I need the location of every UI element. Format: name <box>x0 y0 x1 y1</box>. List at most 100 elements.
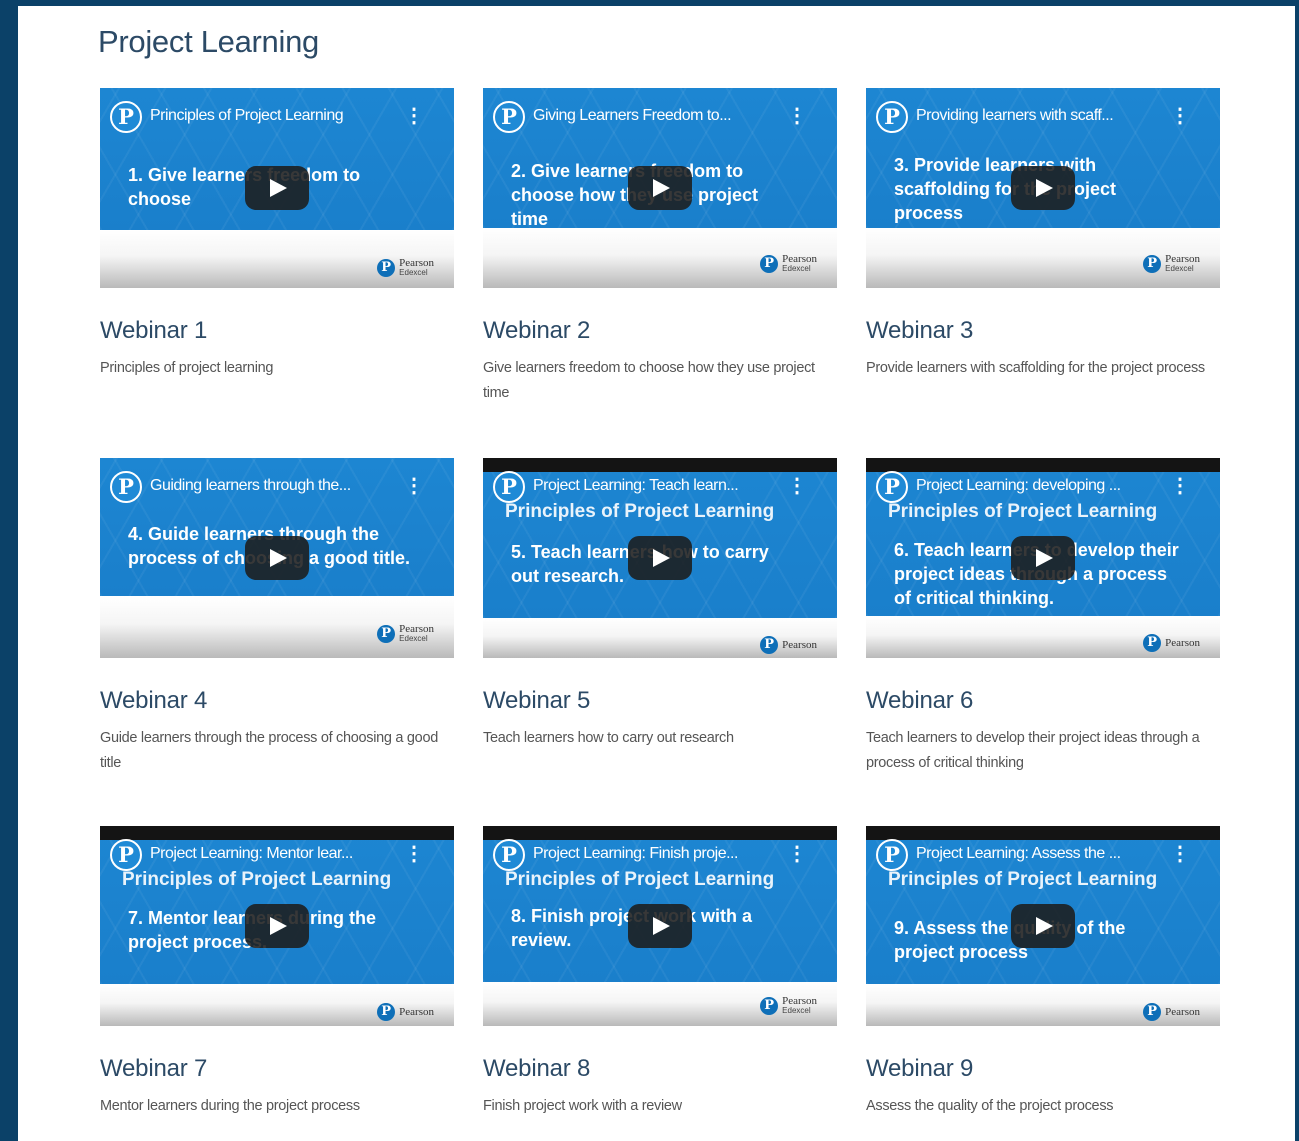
video-subtitle: Principles of Project Learning <box>888 501 1158 522</box>
brand-name: Pearson <box>399 257 434 269</box>
brand-sub: Edexcel <box>782 1006 811 1015</box>
pearson-logo: P Pearson Edexcel <box>1143 254 1200 274</box>
webinar-description: Finish project work with a review <box>483 1098 682 1114</box>
brand-name: Pearson <box>782 639 817 651</box>
webinar-card: P Principles of Project Learning ⋮ 1. Gi… <box>100 88 454 381</box>
video-title: Project Learning: Finish proje... <box>533 845 738 862</box>
webinar-heading: Webinar 2 <box>483 317 591 344</box>
pearson-logo-icon: P <box>1143 634 1162 652</box>
pearson-logo: P Pearson <box>760 636 817 654</box>
more-options-icon[interactable]: ⋮ <box>1170 476 1190 496</box>
brand-name: Pearson <box>399 623 434 635</box>
video-title: Providing learners with scaff... <box>916 107 1114 124</box>
webinar-heading: Webinar 6 <box>866 687 974 714</box>
more-options-icon[interactable]: ⋮ <box>787 106 807 126</box>
pearson-logo-icon: P <box>1143 255 1162 273</box>
more-options-icon[interactable]: ⋮ <box>404 844 424 864</box>
video-title: Project Learning: Assess the ... <box>916 845 1121 862</box>
channel-logo-icon: P <box>876 471 908 503</box>
video-subtitle: Principles of Project Learning <box>505 869 775 890</box>
play-button[interactable] <box>628 536 692 580</box>
video-top-bar <box>866 826 1220 840</box>
webinar-description: Teach learners how to carry out research <box>483 730 734 746</box>
webinar-heading: Webinar 7 <box>100 1055 208 1082</box>
play-button[interactable] <box>1011 166 1075 210</box>
pearson-logo: P Pearson <box>377 1003 434 1021</box>
brand-name: Pearson <box>1165 1006 1200 1018</box>
webinar-heading: Webinar 3 <box>866 317 974 344</box>
brand-sub: Edexcel <box>1165 264 1194 273</box>
video-thumbnail[interactable]: P Principles of Project Learning ⋮ 1. Gi… <box>100 88 454 288</box>
webinar-card: P Project Learning: Assess the ... Princ… <box>866 826 1220 1119</box>
webinar-card: P Project Learning: Teach learn... Princ… <box>483 458 837 751</box>
play-button[interactable] <box>245 536 309 580</box>
brand-sub: Edexcel <box>399 634 428 643</box>
channel-logo-icon: P <box>876 101 908 133</box>
video-thumbnail[interactable]: P Guiding learners through the... ⋮ 4. G… <box>100 458 454 658</box>
video-title: Project Learning: Teach learn... <box>533 477 739 494</box>
webinar-card: P Project Learning: Mentor lear... Princ… <box>100 826 454 1119</box>
video-thumbnail[interactable]: P Providing learners with scaff... ⋮ 3. … <box>866 88 1220 288</box>
brand-name: Pearson <box>399 1006 434 1018</box>
more-options-icon[interactable]: ⋮ <box>787 476 807 496</box>
webinar-description: Give learners freedom to choose how they… <box>483 360 815 401</box>
webinar-heading: Webinar 4 <box>100 687 208 714</box>
video-thumbnail[interactable]: P Giving Learners Freedom to... ⋮ 2. Giv… <box>483 88 837 288</box>
webinar-description: Principles of project learning <box>100 360 274 376</box>
brand-sub: Edexcel <box>399 268 428 277</box>
video-title: Guiding learners through the... <box>150 477 351 494</box>
video-top-bar <box>483 458 837 472</box>
webinar-heading: Webinar 1 <box>100 317 208 344</box>
video-thumbnail[interactable]: P Project Learning: developing ... Princ… <box>866 458 1220 658</box>
webinar-heading: Webinar 9 <box>866 1055 974 1082</box>
play-button[interactable] <box>1011 904 1075 948</box>
video-title: Principles of Project Learning <box>150 107 344 124</box>
webinar-card: P Project Learning: developing ... Princ… <box>866 458 1220 776</box>
more-options-icon[interactable]: ⋮ <box>1170 106 1190 126</box>
page-container: Project Learning P Principles of Project… <box>18 6 1295 1141</box>
pearson-logo: P Pearson Edexcel <box>760 254 817 274</box>
webinar-description: Mentor learners during the project proce… <box>100 1098 360 1114</box>
video-top-bar <box>483 826 837 840</box>
play-button[interactable] <box>628 166 692 210</box>
channel-logo-icon: P <box>493 839 525 871</box>
brand-name: Pearson <box>1165 637 1200 649</box>
pearson-logo: P Pearson Edexcel <box>377 258 434 278</box>
play-button[interactable] <box>628 904 692 948</box>
more-options-icon[interactable]: ⋮ <box>404 476 424 496</box>
play-button[interactable] <box>245 904 309 948</box>
pearson-logo-icon: P <box>760 255 779 273</box>
video-top-bar <box>866 458 1220 472</box>
channel-logo-icon: P <box>876 839 908 871</box>
play-button[interactable] <box>245 166 309 210</box>
channel-logo-icon: P <box>110 839 142 871</box>
brand-name: Pearson <box>782 253 817 265</box>
video-thumbnail[interactable]: P Project Learning: Assess the ... Princ… <box>866 826 1220 1026</box>
video-title: Giving Learners Freedom to... <box>533 107 732 124</box>
channel-logo-icon: P <box>110 101 142 133</box>
video-thumbnail[interactable]: P Project Learning: Finish proje... Prin… <box>483 826 837 1026</box>
pearson-logo-icon: P <box>377 259 396 277</box>
channel-logo-icon: P <box>110 471 142 503</box>
video-thumbnail[interactable]: P Project Learning: Mentor lear... Princ… <box>100 826 454 1026</box>
more-options-icon[interactable]: ⋮ <box>787 844 807 864</box>
channel-logo-icon: P <box>493 471 525 503</box>
page-title: Project Learning <box>98 24 319 59</box>
video-top-bar <box>100 826 454 840</box>
video-thumbnail[interactable]: P Project Learning: Teach learn... Princ… <box>483 458 837 658</box>
webinar-heading: Webinar 8 <box>483 1055 591 1082</box>
brand-name: Pearson <box>1165 253 1200 265</box>
pearson-logo: P Pearson <box>1143 634 1200 652</box>
video-subtitle: Principles of Project Learning <box>888 869 1158 890</box>
play-button[interactable] <box>1011 536 1075 580</box>
pearson-logo-icon: P <box>377 1003 396 1021</box>
pearson-logo-icon: P <box>1143 1003 1162 1021</box>
webinar-card: P Project Learning: Finish proje... Prin… <box>483 826 837 1119</box>
video-title: Project Learning: developing ... <box>916 477 1121 494</box>
webinar-description: Guide learners through the process of ch… <box>100 730 438 771</box>
brand-name: Pearson <box>782 995 817 1007</box>
webinar-card: P Guiding learners through the... ⋮ 4. G… <box>100 458 454 776</box>
more-options-icon[interactable]: ⋮ <box>1170 844 1190 864</box>
more-options-icon[interactable]: ⋮ <box>404 106 424 126</box>
pearson-logo: P Pearson Edexcel <box>377 624 434 644</box>
